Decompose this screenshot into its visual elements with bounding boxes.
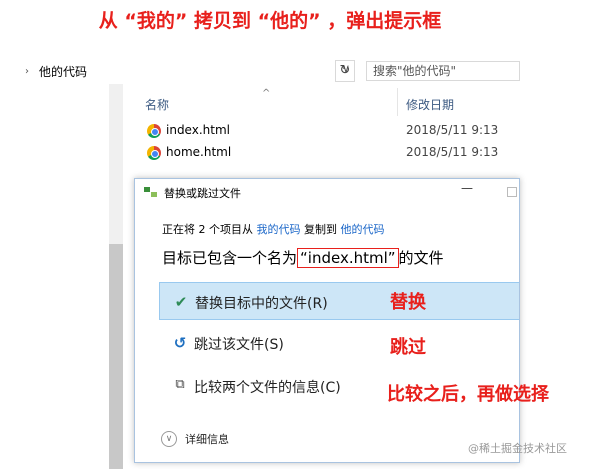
details-label: 详细信息 bbox=[185, 433, 229, 446]
dialog-title: 替换或跳过文件 bbox=[164, 187, 241, 200]
conflict-suffix: 的文件 bbox=[398, 249, 444, 267]
file-row[interactable]: home.html 2018/5/11 9:13 bbox=[145, 142, 520, 164]
conflict-message: 目标已包含一个名为 “index.html” 的文件 bbox=[162, 247, 444, 268]
copy-info-prefix: 正在将 2 个项目从 bbox=[162, 223, 253, 236]
column-divider[interactable] bbox=[397, 88, 398, 116]
chrome-html-icon bbox=[147, 124, 161, 138]
file-date: 2018/5/11 9:13 bbox=[406, 145, 499, 159]
file-name: index.html bbox=[166, 123, 230, 137]
conflict-prefix: 目标已包含一个名为 bbox=[162, 249, 298, 267]
compare-option-label: 比较两个文件的信息(C) bbox=[194, 380, 341, 396]
breadcrumb-arrow-icon[interactable]: › bbox=[25, 66, 37, 77]
copy-info-line: 正在将 2 个项目从 我的代码 复制到 他的代码 bbox=[162, 221, 385, 237]
chrome-html-icon bbox=[147, 146, 161, 160]
skip-option[interactable]: ↺ 跳过该文件(S) bbox=[159, 324, 519, 362]
annotation-heading: 从 “我的” 拷贝到 “他的” ，弹出提示框 bbox=[98, 10, 442, 32]
replace-option-label: 替换目标中的文件(R) bbox=[195, 296, 328, 312]
address-text: 他的代码 bbox=[39, 64, 88, 79]
copy-info-mid: 复制到 bbox=[304, 223, 337, 236]
annotation-compare: 比较之后，再做选择 bbox=[387, 384, 549, 405]
file-name: home.html bbox=[166, 145, 232, 159]
column-headers: 名称 ^ 修改日期 bbox=[145, 88, 520, 116]
address-bar-row: › 他的代码 ∨ ↻ 搜索"他的代码" bbox=[22, 58, 520, 84]
watermark: @稀土掘金技术社区 bbox=[468, 442, 567, 455]
dialog-titlebar[interactable]: 替换或跳过文件 — bbox=[135, 179, 519, 205]
replace-or-skip-dialog: 替换或跳过文件 — 正在将 2 个项目从 我的代码 复制到 他的代码 目标已包含… bbox=[134, 178, 520, 463]
details-toggle[interactable]: ∨ 详细信息 bbox=[161, 431, 229, 447]
column-header-name[interactable]: 名称 bbox=[145, 96, 169, 113]
address-bar[interactable]: › 他的代码 ∨ bbox=[25, 61, 355, 81]
skip-arrow-icon: ↺ bbox=[173, 334, 187, 352]
checkmark-icon: ✔ bbox=[174, 293, 188, 311]
column-header-date[interactable]: 修改日期 bbox=[406, 96, 454, 113]
search-input[interactable]: 搜索"他的代码" bbox=[366, 61, 520, 81]
copy-files-icon bbox=[144, 187, 158, 198]
sort-up-icon: ^ bbox=[262, 88, 271, 99]
scrollbar-thumb[interactable] bbox=[109, 244, 123, 469]
minimize-icon[interactable]: — bbox=[461, 181, 473, 195]
replace-option[interactable]: ✔ 替换目标中的文件(R) bbox=[159, 282, 519, 320]
chevron-down-circle-icon[interactable]: ∨ bbox=[161, 431, 177, 447]
source-folder-link[interactable]: 我的代码 bbox=[257, 223, 301, 236]
compare-files-icon: ⧉ bbox=[175, 377, 185, 392]
annotation-replace: 替换 bbox=[390, 292, 426, 313]
navigation-pane-scrollbar[interactable] bbox=[109, 84, 123, 469]
skip-option-label: 跳过该文件(S) bbox=[194, 337, 284, 353]
file-date: 2018/5/11 9:13 bbox=[406, 123, 499, 137]
maximize-icon[interactable] bbox=[507, 187, 517, 197]
destination-folder-link[interactable]: 他的代码 bbox=[341, 223, 385, 236]
refresh-icon[interactable]: ↻ bbox=[335, 60, 355, 82]
annotation-skip: 跳过 bbox=[390, 337, 426, 358]
file-row[interactable]: index.html 2018/5/11 9:13 bbox=[145, 120, 520, 142]
conflict-filename: “index.html” bbox=[297, 248, 399, 268]
